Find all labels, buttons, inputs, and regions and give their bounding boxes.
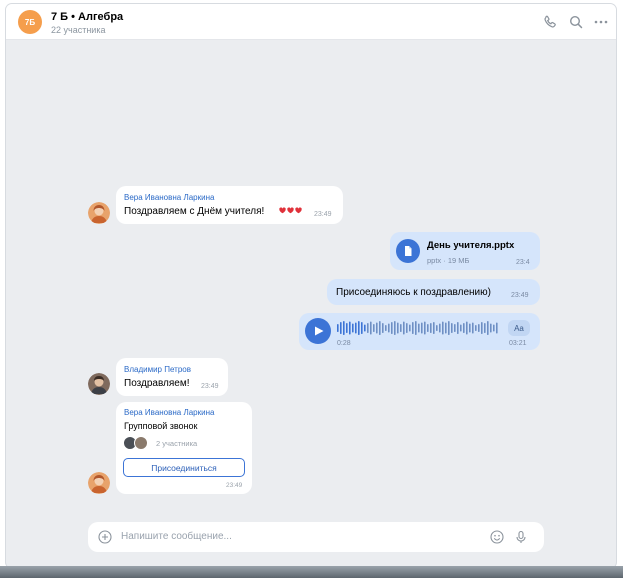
voice-elapsed: 0:28 [337, 340, 351, 347]
phone-icon[interactable] [542, 14, 558, 30]
message-text: Присоединяюсь к поздравлению) [336, 287, 491, 298]
search-icon[interactable] [568, 14, 584, 30]
call-participants-count: 2 участника [156, 439, 198, 448]
voice-message-bubble[interactable]: 0:28 Aa 03:21 [299, 313, 540, 350]
heart-icon [287, 207, 294, 214]
message-time: 23:49 [511, 292, 529, 299]
file-meta: pptx · 19 МБ [427, 256, 470, 265]
chat-title[interactable]: 7 Б • Алгебра [51, 11, 123, 23]
chat-window: 7Б 7 Б • Алгебра 22 участника Вера Ивано… [6, 4, 616, 568]
call-participant-avatars[interactable] [123, 436, 155, 450]
chat-header: 7Б 7 Б • Алгебра 22 участника [6, 4, 616, 40]
message-time: 23:49 [201, 383, 219, 390]
voice-waveform[interactable] [337, 320, 499, 336]
window-shadow [0, 566, 623, 578]
heart-icon [295, 207, 302, 214]
voice-duration: 03:21 [509, 340, 527, 347]
message-time: 23:4 [516, 259, 530, 266]
play-icon [315, 326, 324, 336]
document-icon[interactable] [396, 239, 420, 263]
heart-icon [279, 207, 286, 214]
sender-name[interactable]: Вера Ивановна Ларкина [124, 193, 214, 202]
message-bubble[interactable]: Присоединяюсь к поздравлению) 23:49 [327, 279, 540, 305]
emoji-icon[interactable] [490, 530, 504, 544]
message-time: 23:49 [226, 482, 243, 489]
message-text: Поздравляем! [124, 378, 190, 389]
heart-emoji-group [279, 207, 303, 225]
message-text: Поздравляем с Днём учителя! [124, 206, 265, 217]
join-call-button[interactable]: Присоединиться [123, 458, 245, 477]
sender-avatar[interactable] [88, 202, 110, 224]
sender-avatar[interactable] [88, 373, 110, 395]
sender-name[interactable]: Владимир Петров [124, 365, 191, 374]
microphone-icon[interactable] [514, 530, 528, 544]
file-name[interactable]: День учителя.pptx [427, 240, 514, 251]
call-title: Групповой звонок [124, 421, 198, 431]
chat-avatar[interactable]: 7Б [18, 10, 42, 34]
sender-avatar[interactable] [88, 472, 110, 494]
message-bubble[interactable]: Владимир Петров Поздравляем! 23:49 [116, 358, 228, 396]
play-button[interactable] [305, 318, 331, 344]
chat-participants-count[interactable]: 22 участника [51, 25, 105, 35]
message-composer[interactable]: Напишите сообщение... [88, 522, 544, 552]
file-message-bubble[interactable]: День учителя.pptx pptx · 19 МБ 23:4 [390, 232, 540, 270]
group-call-bubble[interactable]: Вера Ивановна Ларкина Групповой звонок 2… [116, 402, 252, 494]
message-input[interactable]: Напишите сообщение... [121, 531, 232, 542]
sender-name[interactable]: Вера Ивановна Ларкина [124, 408, 214, 417]
more-icon[interactable] [593, 14, 609, 30]
participant-avatar [134, 436, 148, 450]
message-bubble[interactable]: Вера Ивановна Ларкина Поздравляем с Днём… [116, 186, 343, 224]
transcribe-button[interactable]: Aa [508, 320, 530, 336]
attach-icon[interactable] [98, 530, 112, 544]
message-time: 23:49 [314, 211, 332, 218]
